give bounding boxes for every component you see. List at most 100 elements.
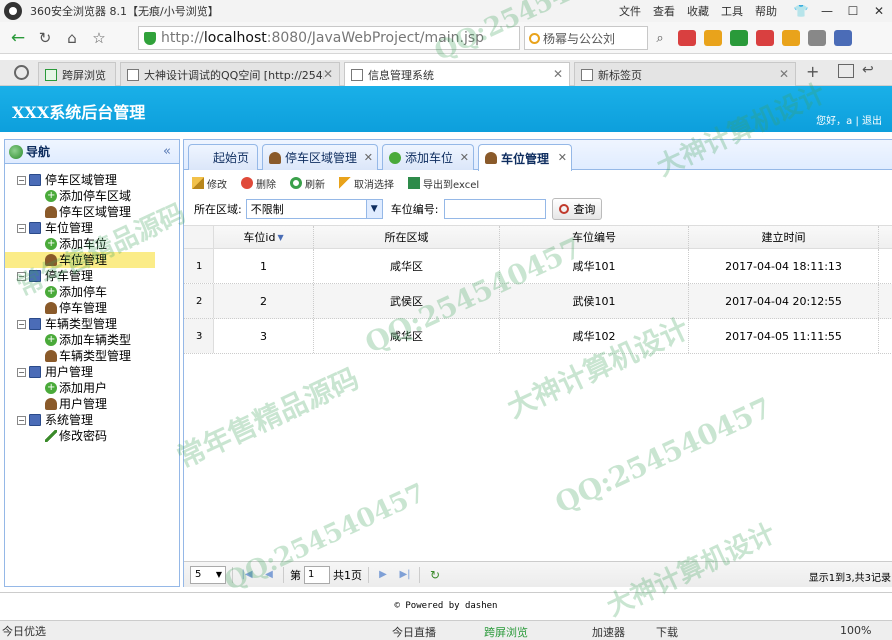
edit-button[interactable]: 修改 bbox=[192, 176, 227, 191]
prev-page-icon[interactable]: ◀ bbox=[261, 569, 277, 580]
tree-item[interactable]: 用户管理 bbox=[5, 396, 179, 412]
next-page-icon[interactable]: ▶ bbox=[375, 569, 391, 580]
undo-close-icon[interactable]: ↩ bbox=[862, 62, 874, 78]
download-link[interactable]: 下载 bbox=[656, 624, 678, 640]
maximize-icon[interactable]: ☐ bbox=[840, 0, 866, 22]
first-page-icon[interactable]: |◀ bbox=[239, 569, 255, 580]
collapse-toggle-icon[interactable]: − bbox=[17, 272, 26, 281]
menu-help[interactable]: 帮助 bbox=[755, 3, 777, 19]
tab-space-manage[interactable]: 车位管理 ✕ bbox=[478, 144, 572, 171]
close-tab-icon[interactable]: ✕ bbox=[364, 151, 373, 164]
area-select[interactable]: 不限制 ▼ bbox=[245, 199, 383, 219]
tree-group[interactable]: − 车位管理 bbox=[5, 220, 179, 236]
tree-item[interactable]: 添加停车 bbox=[5, 284, 179, 300]
tree-group[interactable]: − 用户管理 bbox=[5, 364, 179, 380]
cross-screen-link[interactable]: 跨屏浏览 bbox=[484, 624, 528, 640]
new-tab-icon[interactable]: + bbox=[806, 62, 819, 81]
close-tab-icon[interactable]: ✕ bbox=[558, 151, 567, 164]
tree-item[interactable]: 添加车辆类型 bbox=[5, 332, 179, 348]
back-icon[interactable]: ← bbox=[6, 26, 30, 50]
minimize-icon[interactable]: — bbox=[814, 0, 840, 22]
search-field[interactable]: 杨幂与公公刘 bbox=[524, 26, 648, 50]
tree-group[interactable]: − 系统管理 bbox=[5, 412, 179, 428]
tab-home[interactable]: 起始页 bbox=[188, 144, 258, 170]
logout-link[interactable]: 退出 bbox=[862, 116, 882, 127]
tree-item[interactable]: 添加车位 bbox=[5, 236, 179, 252]
column-header-area[interactable]: 所在区域 bbox=[314, 226, 500, 248]
close-tab-icon[interactable]: ✕ bbox=[553, 67, 563, 81]
browser-menu-icon[interactable] bbox=[14, 65, 29, 80]
add-icon bbox=[45, 332, 57, 348]
collapse-toggle-icon[interactable]: − bbox=[17, 224, 26, 233]
tree-item[interactable]: 车位管理 bbox=[5, 252, 155, 268]
page-size-select[interactable]: 5 bbox=[190, 565, 226, 584]
collapse-toggle-icon[interactable]: − bbox=[17, 176, 26, 185]
close-tab-icon[interactable]: ✕ bbox=[323, 67, 333, 81]
menu-tools[interactable]: 工具 bbox=[721, 3, 743, 19]
tab-parking-area[interactable]: 停车区域管理 ✕ bbox=[262, 144, 378, 170]
browser-tab[interactable]: 新标签页 ✕ bbox=[574, 62, 796, 86]
skin-icon[interactable]: 👕 bbox=[788, 0, 814, 22]
page-number-input[interactable]: 1 bbox=[304, 565, 330, 584]
status-left[interactable]: 今日优选 bbox=[2, 623, 46, 639]
tree-group[interactable]: − 停车管理 bbox=[5, 268, 179, 284]
column-header-time[interactable]: 建立时间 bbox=[689, 226, 879, 248]
delete-button[interactable]: 删除 bbox=[241, 176, 276, 191]
tree-item[interactable]: 车辆类型管理 bbox=[5, 348, 179, 364]
collapse-toggle-icon[interactable]: − bbox=[17, 320, 26, 329]
refresh-icon[interactable]: ↻ bbox=[430, 568, 440, 582]
accelerator-link[interactable]: 加速器 bbox=[592, 624, 625, 640]
tab-list-icon[interactable] bbox=[838, 64, 854, 78]
table-row[interactable]: 3 3 咸华区 咸华102 2017-04-05 11:11:55 bbox=[184, 319, 892, 354]
collapse-icon[interactable]: « bbox=[163, 144, 171, 159]
code-input[interactable] bbox=[444, 199, 547, 219]
tree-item[interactable]: 添加用户 bbox=[5, 380, 179, 396]
extension-icon[interactable] bbox=[730, 30, 748, 46]
tree-item[interactable]: 修改密码 bbox=[5, 428, 179, 444]
home-icon[interactable]: ⌂ bbox=[60, 26, 84, 50]
search-icon[interactable]: ⌕ bbox=[650, 28, 670, 48]
extension-icon[interactable] bbox=[678, 30, 696, 46]
browser-tab[interactable]: 大神设计调试的QQ空间 [http://2545 ✕ bbox=[120, 62, 340, 86]
extension-icon[interactable] bbox=[834, 30, 852, 46]
export-label: 导出到excel bbox=[423, 179, 480, 191]
table-row[interactable]: 1 1 咸华区 咸华101 2017-04-04 18:11:13 bbox=[184, 249, 892, 284]
collapse-toggle-icon[interactable]: − bbox=[17, 368, 26, 377]
extension-icon[interactable] bbox=[704, 30, 722, 46]
menu-view[interactable]: 查看 bbox=[653, 3, 675, 19]
table-row[interactable]: 2 2 武侯区 武侯101 2017-04-04 20:12:55 bbox=[184, 284, 892, 319]
chevron-down-icon[interactable]: ▼ bbox=[365, 200, 382, 218]
browser-tab-label: 跨屏浏览 bbox=[62, 68, 106, 82]
refresh-button[interactable]: 刷新 bbox=[290, 176, 325, 191]
url-field[interactable]: http://localhost:8080/JavaWebProject/mai… bbox=[138, 26, 520, 50]
menu-file[interactable]: 文件 bbox=[619, 3, 641, 19]
close-tab-icon[interactable]: ✕ bbox=[460, 151, 469, 164]
tree-group[interactable]: − 车辆类型管理 bbox=[5, 316, 179, 332]
tree-item[interactable]: 停车区域管理 bbox=[5, 204, 179, 220]
close-tab-icon[interactable]: ✕ bbox=[779, 67, 789, 81]
app-header: XXX系统后台管理 您好，a | 退出 bbox=[0, 86, 892, 132]
area-label: 所在区域: bbox=[194, 203, 242, 216]
tab-add-space[interactable]: 添加车位 ✕ bbox=[382, 144, 474, 170]
tree-group[interactable]: − 停车区域管理 bbox=[5, 172, 179, 188]
extension-icon[interactable] bbox=[756, 30, 774, 46]
query-button[interactable]: 查询 bbox=[552, 198, 603, 220]
browser-tab-active[interactable]: 信息管理系统 ✕ bbox=[344, 62, 570, 86]
collapse-toggle-icon[interactable]: − bbox=[17, 416, 26, 425]
export-button[interactable]: 导出到excel bbox=[408, 176, 479, 191]
browser-tab[interactable]: 跨屏浏览 bbox=[38, 62, 116, 86]
tree-item[interactable]: 添加停车区域 bbox=[5, 188, 179, 204]
column-header-code[interactable]: 车位编号 bbox=[500, 226, 689, 248]
star-icon[interactable]: ☆ bbox=[87, 26, 111, 50]
tree-item[interactable]: 停车管理 bbox=[5, 300, 179, 316]
unselect-button[interactable]: 取消选择 bbox=[339, 176, 394, 191]
close-icon[interactable]: ✕ bbox=[866, 0, 892, 22]
column-header-id[interactable]: 车位id ▼ bbox=[214, 226, 314, 248]
menu-favorites[interactable]: 收藏 bbox=[687, 3, 709, 19]
extension-icon[interactable] bbox=[808, 30, 826, 46]
live-link[interactable]: 今日直播 bbox=[392, 624, 436, 640]
last-page-icon[interactable]: ▶| bbox=[397, 569, 413, 580]
extension-icon[interactable] bbox=[782, 30, 800, 46]
reload-icon[interactable]: ↻ bbox=[33, 26, 57, 50]
zoom-level[interactable]: 100% bbox=[840, 624, 871, 637]
